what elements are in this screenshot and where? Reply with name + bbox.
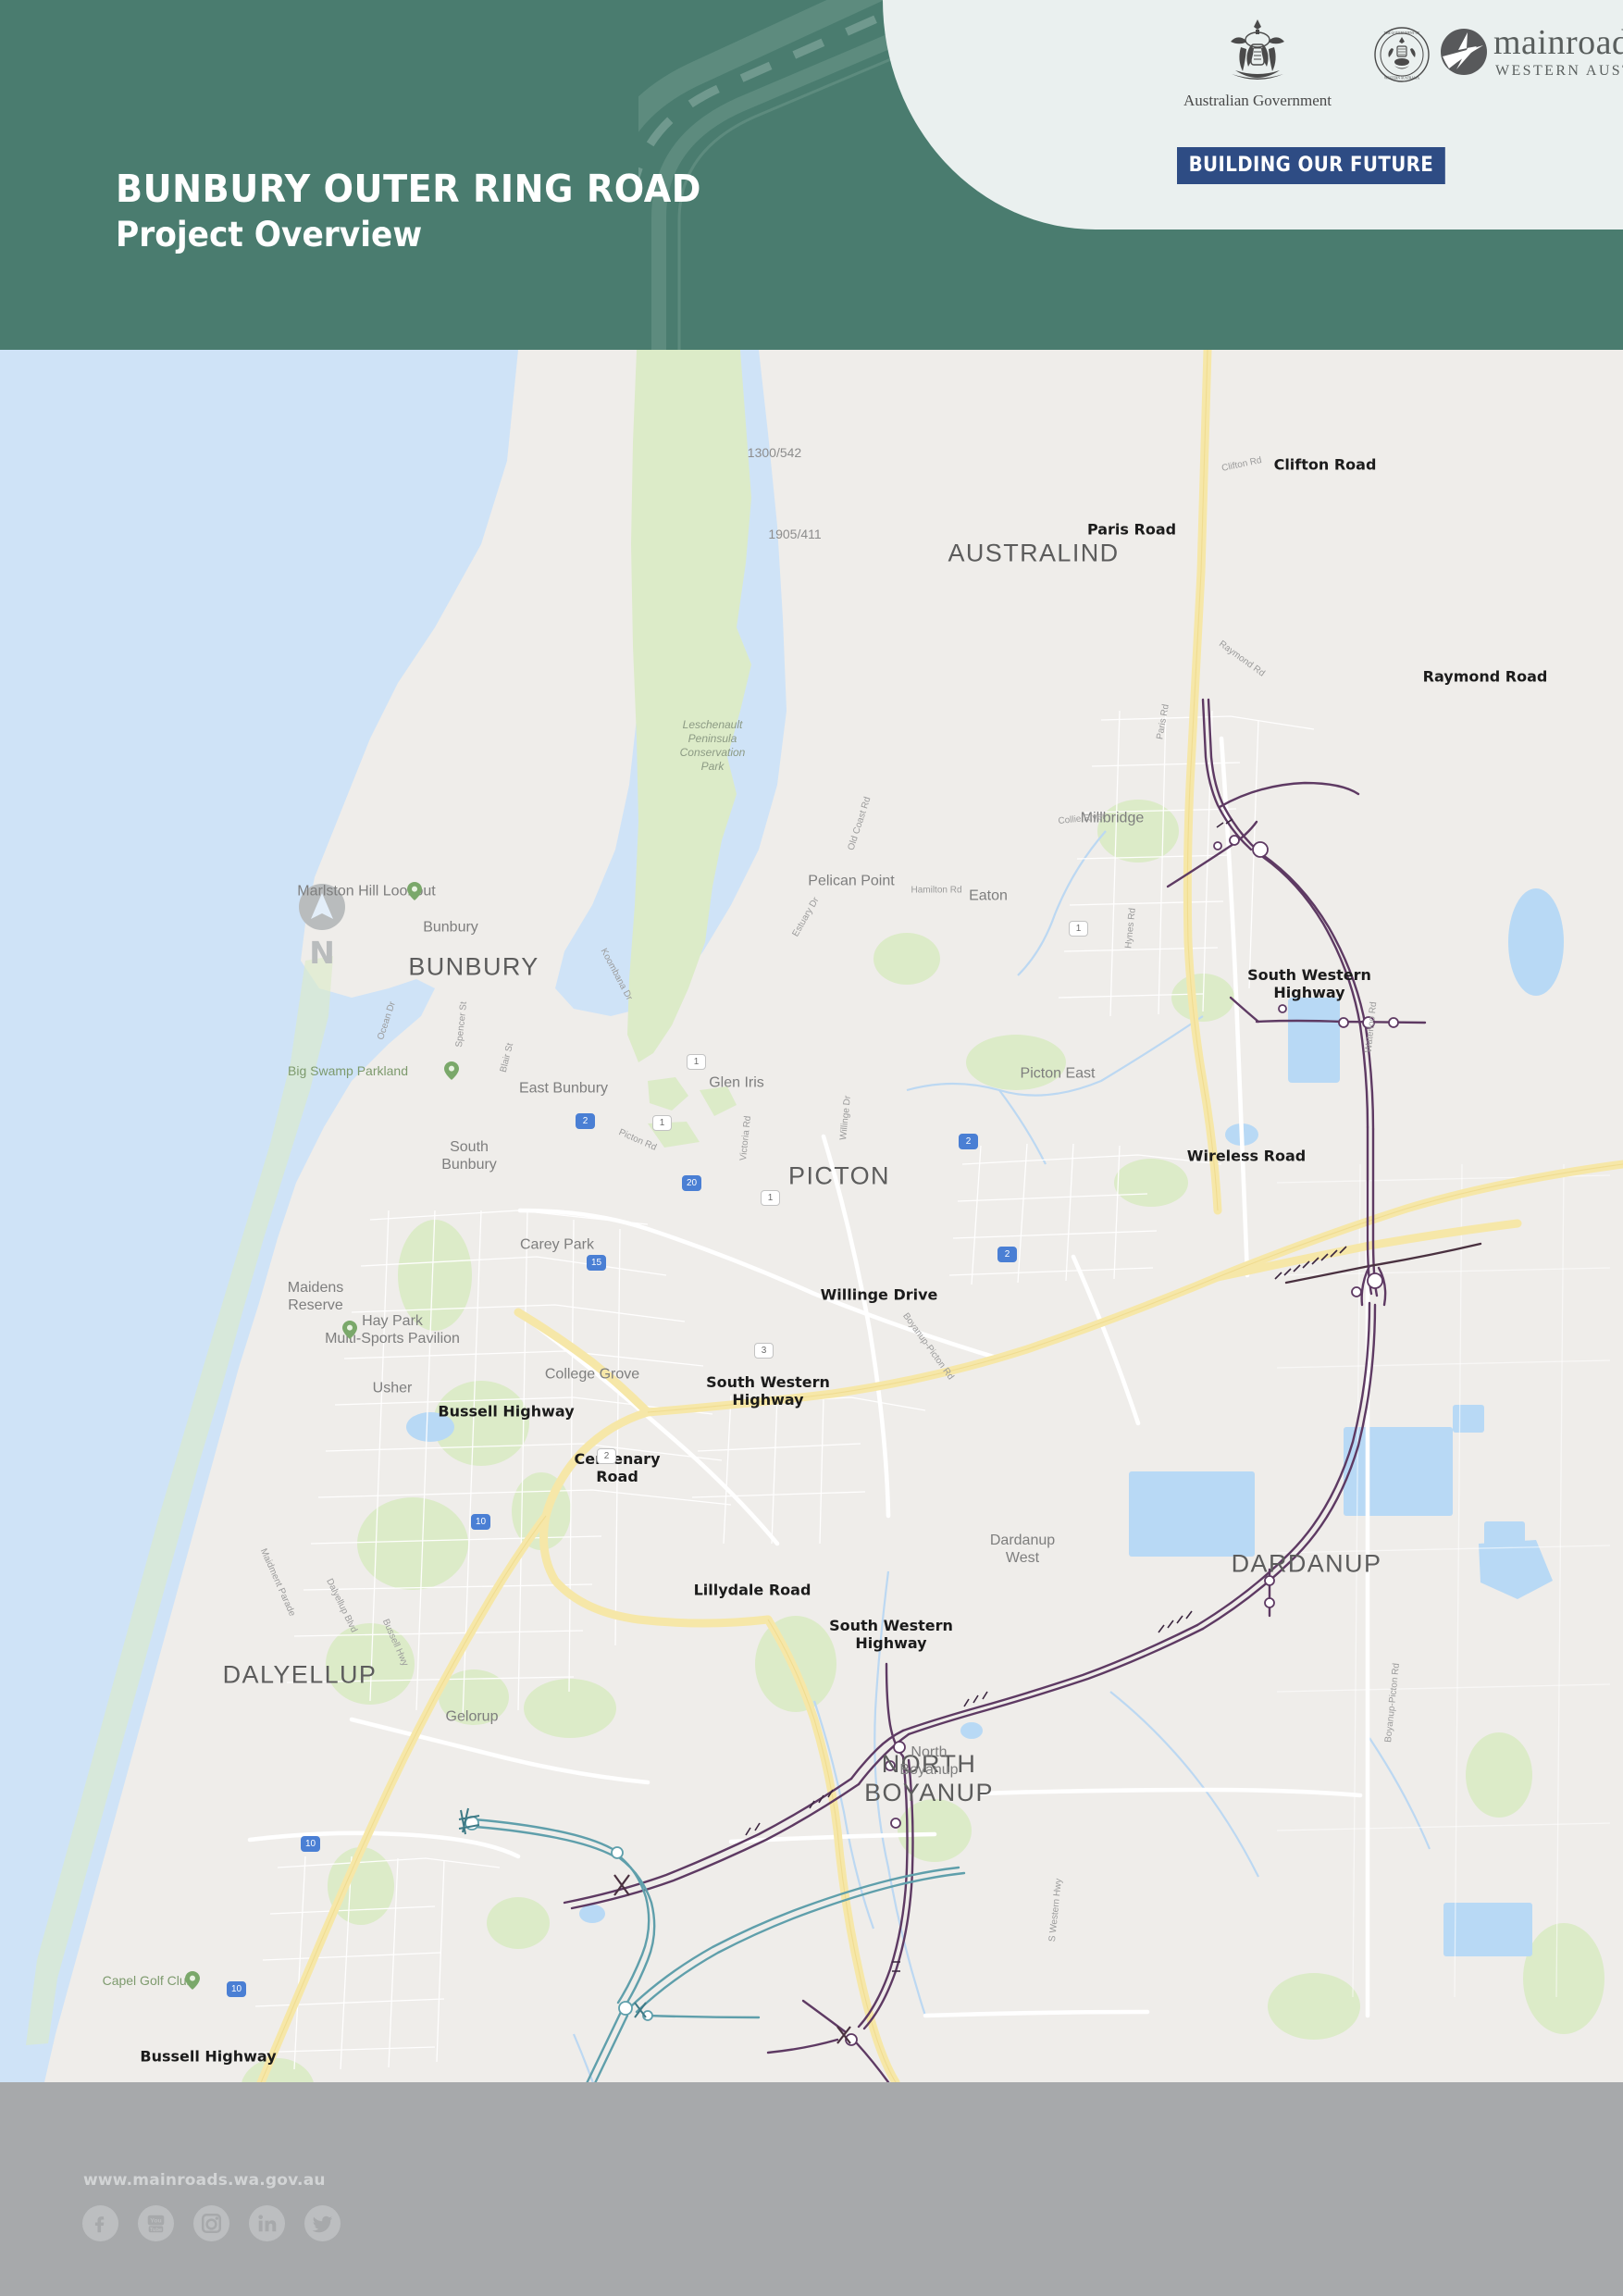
page-subtitle: Project Overview xyxy=(116,215,423,255)
building-our-future-badge: BUILDING OUR FUTURE xyxy=(1177,147,1445,184)
road-shield-badge: 10 xyxy=(471,1514,490,1530)
twitter-icon[interactable] xyxy=(304,2204,341,2242)
road-shield-badge: 10 xyxy=(301,1836,320,1852)
australian-government-logo: Australian Government xyxy=(1179,17,1336,114)
western-australia-crest-icon: THE GOVERNMENT OF WESTERN AUSTRALIA xyxy=(1374,27,1430,82)
map-poi-pin-icon xyxy=(407,882,422,900)
road-shield-badge: 10 xyxy=(227,1981,246,1997)
mainroads-mark-icon xyxy=(1441,29,1487,75)
road-shield-badge: 15 xyxy=(587,1255,606,1271)
road-shield-badge: 2 xyxy=(576,1113,595,1129)
north-arrow: N xyxy=(296,883,348,968)
road-shield-badge: 2 xyxy=(997,1247,1017,1262)
mainroads-subtitle: WESTERN AUSTRALIA xyxy=(1495,63,1623,79)
road-shield-badge: 20 xyxy=(682,1175,701,1191)
road-shield-badge: 1 xyxy=(652,1115,672,1131)
compass-icon xyxy=(299,884,345,930)
road-shield-badge: 1 xyxy=(687,1054,706,1070)
title-block: BUNBURY OUTER RING ROAD Project Overview xyxy=(116,168,948,254)
page-header: Australian Government THE GOVERNMENT OF … xyxy=(0,0,1623,350)
project-map[interactable]: N Clifton Road Paris Road Raymond Road Sout… xyxy=(0,350,1623,2082)
logo-group: Australian Government THE GOVERNMENT OF … xyxy=(883,0,1623,230)
map-poi-pin-icon xyxy=(342,1321,357,1339)
map-poi-pin-icon xyxy=(444,1061,459,1080)
road-shield-badge: 1 xyxy=(1069,921,1088,937)
svg-text:WESTERN AUSTRALIA: WESTERN AUSTRALIA xyxy=(1384,77,1419,81)
website-url[interactable]: www.mainroads.wa.gov.au xyxy=(83,2171,326,2190)
svg-text:Tube: Tube xyxy=(150,2228,163,2233)
svg-text:You: You xyxy=(150,2218,161,2225)
mainroads-wordmark: mainroads xyxy=(1493,23,1623,62)
australian-government-caption: Australian Government xyxy=(1183,92,1332,109)
youtube-icon[interactable]: You Tube xyxy=(137,2204,175,2242)
social-links: You Tube xyxy=(81,2204,341,2242)
road-shield-badge: 2 xyxy=(597,1448,616,1464)
linkedin-icon[interactable] xyxy=(248,2204,286,2242)
svg-text:THE GOVERNMENT OF: THE GOVERNMENT OF xyxy=(1384,31,1419,35)
north-letter: N xyxy=(309,935,335,971)
page-title: BUNBURY OUTER RING ROAD xyxy=(116,167,701,211)
road-shield-badge: 2 xyxy=(959,1134,978,1149)
facebook-icon[interactable] xyxy=(81,2204,119,2242)
road-shield-badge: 1 xyxy=(761,1190,780,1206)
mainroads-logo: mainroads WESTERN AUSTRALIA xyxy=(1440,23,1623,88)
map-basemap xyxy=(0,350,1623,2082)
page-footer: www.mainroads.wa.gov.au You Tube xyxy=(0,2082,1623,2296)
map-poi-pin-icon xyxy=(185,1971,200,1990)
road-shield-badge: 3 xyxy=(754,1343,774,1359)
instagram-icon[interactable] xyxy=(192,2204,230,2242)
